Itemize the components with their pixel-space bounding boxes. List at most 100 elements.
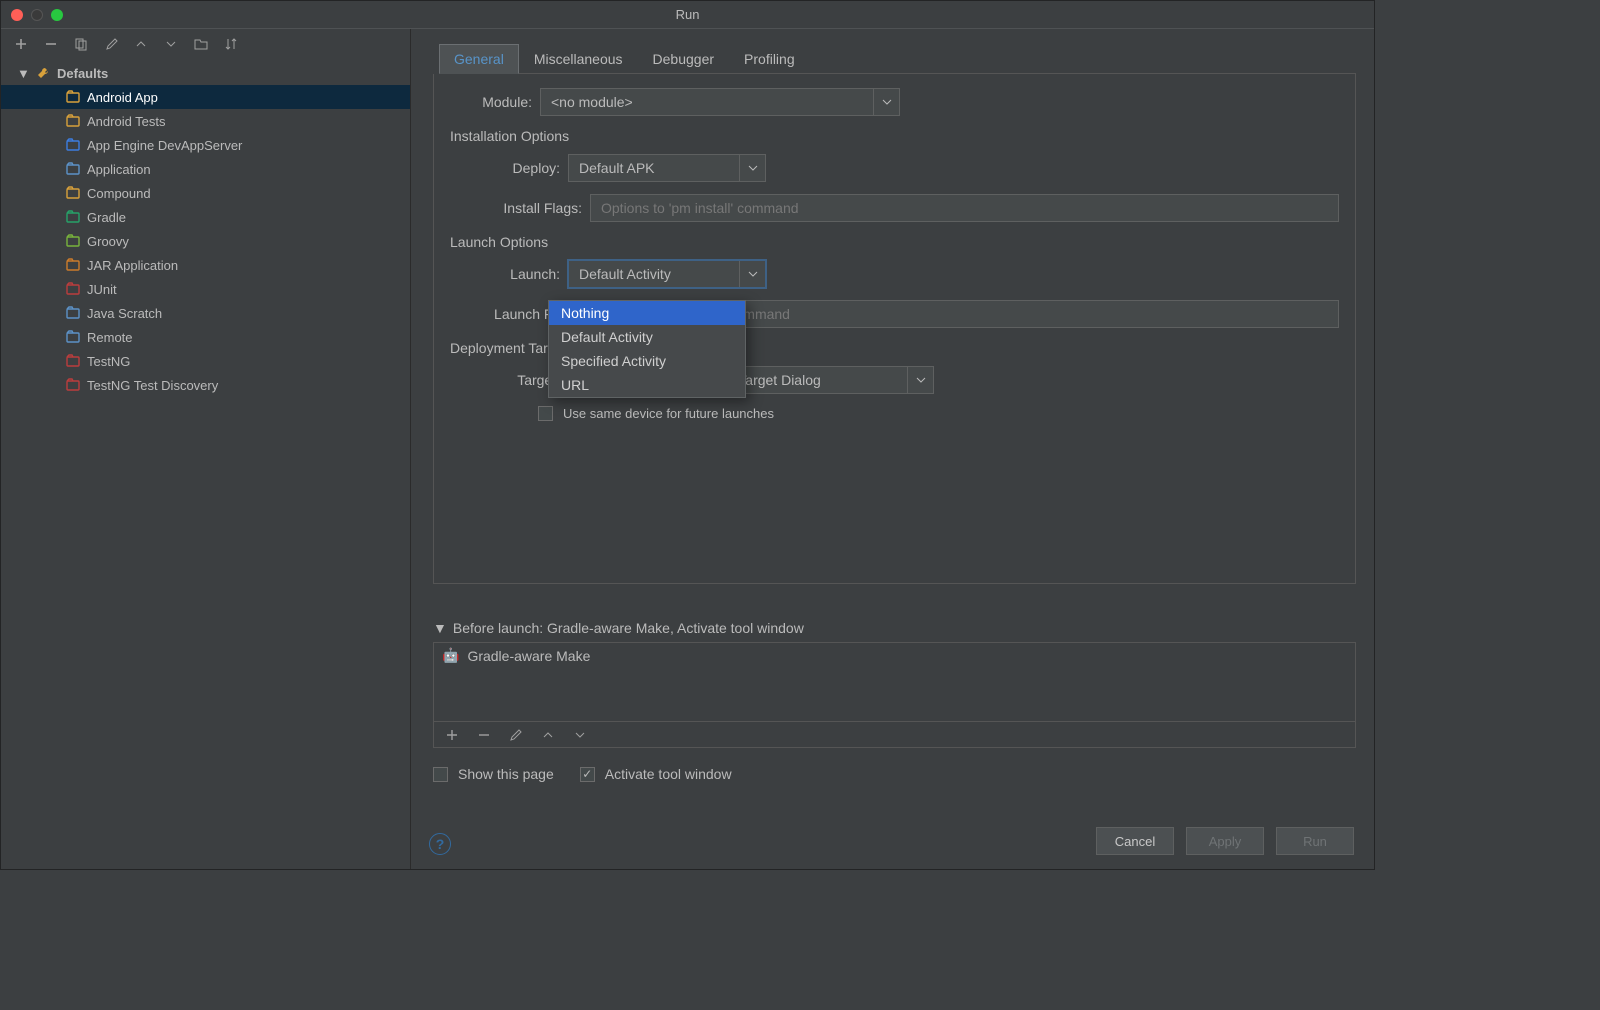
config-type-icon — [65, 113, 81, 129]
sidebar-item[interactable]: TestNG — [1, 349, 410, 373]
sidebar-item-label: Android Tests — [87, 114, 166, 129]
before-launch-section: ▼ Before launch: Gradle-aware Make, Acti… — [433, 620, 1356, 782]
copy-config-icon[interactable] — [73, 36, 89, 52]
sidebar-item-label: Groovy — [87, 234, 129, 249]
wrench-icon — [35, 65, 51, 81]
sidebar-item-label: App Engine DevAppServer — [87, 138, 242, 153]
dropdown-option[interactable]: URL — [549, 373, 745, 397]
config-type-icon — [65, 329, 81, 345]
launch-dropdown-list[interactable]: NothingDefault ActivitySpecified Activit… — [548, 300, 746, 398]
move-up-icon[interactable] — [540, 727, 556, 743]
sidebar-item[interactable]: JUnit — [1, 277, 410, 301]
tab-profiling[interactable]: Profiling — [729, 44, 810, 74]
sidebar-item[interactable]: TestNG Test Discovery — [1, 373, 410, 397]
use-same-device-label: Use same device for future launches — [563, 406, 774, 421]
sidebar: ▼ Defaults Android App Android Tests App E… — [1, 29, 411, 869]
sort-icon[interactable] — [223, 36, 239, 52]
chevron-down-icon — [873, 89, 899, 115]
remove-icon[interactable] — [476, 727, 492, 743]
minimize-window-button[interactable] — [31, 9, 43, 21]
tabs: GeneralMiscellaneousDebuggerProfiling — [439, 43, 1356, 74]
dropdown-option[interactable]: Nothing — [549, 301, 745, 325]
add-config-icon[interactable] — [13, 36, 29, 52]
general-panel: Module: <no module> Installation Options… — [433, 74, 1356, 584]
config-type-icon — [65, 257, 81, 273]
chevron-down-icon — [739, 261, 765, 287]
settings-icon[interactable] — [103, 36, 119, 52]
dropdown-option[interactable]: Specified Activity — [549, 349, 745, 373]
sidebar-item[interactable]: Compound — [1, 181, 410, 205]
sidebar-item[interactable]: App Engine DevAppServer — [1, 133, 410, 157]
apply-button[interactable]: Apply — [1186, 827, 1264, 855]
install-flags-label: Install Flags: — [478, 200, 590, 216]
sidebar-item-label: JAR Application — [87, 258, 178, 273]
install-flags-input[interactable] — [590, 194, 1339, 222]
chevron-down-icon: ▼ — [433, 620, 447, 636]
window-controls — [11, 9, 63, 21]
config-type-icon — [65, 161, 81, 177]
config-type-icon — [65, 209, 81, 225]
launch-value: Default Activity — [579, 266, 671, 282]
sidebar-item-label: Gradle — [87, 210, 126, 225]
launch-section-label: Launch Options — [450, 234, 1339, 250]
run-button[interactable]: Run — [1276, 827, 1354, 855]
sidebar-item-label: Compound — [87, 186, 151, 201]
tab-debugger[interactable]: Debugger — [638, 44, 730, 74]
tree-root-label: Defaults — [57, 66, 108, 81]
before-launch-toolbar — [433, 722, 1356, 748]
module-combo[interactable]: <no module> — [540, 88, 900, 116]
sidebar-item[interactable]: Android Tests — [1, 109, 410, 133]
sidebar-toolbar — [1, 29, 410, 59]
sidebar-item[interactable]: Java Scratch — [1, 301, 410, 325]
maximize-window-button[interactable] — [51, 9, 63, 21]
dropdown-option[interactable]: Default Activity — [549, 325, 745, 349]
tree-root-defaults[interactable]: ▼ Defaults — [1, 61, 410, 85]
chevron-down-icon — [907, 367, 933, 393]
sidebar-item[interactable]: Gradle — [1, 205, 410, 229]
add-icon[interactable] — [444, 727, 460, 743]
checkbox-icon — [538, 406, 553, 421]
list-item[interactable]: 🤖 Gradle-aware Make — [434, 643, 1355, 668]
launch-combo[interactable]: Default Activity — [568, 260, 766, 288]
footer-checkboxes: Show this page Activate tool window — [433, 762, 1356, 782]
config-type-icon — [65, 137, 81, 153]
sidebar-item[interactable]: Groovy — [1, 229, 410, 253]
deploy-combo[interactable]: Default APK — [568, 154, 766, 182]
move-down-icon[interactable] — [163, 36, 179, 52]
move-down-icon[interactable] — [572, 727, 588, 743]
config-type-icon — [65, 377, 81, 393]
module-label: Module: — [450, 94, 540, 110]
edit-icon[interactable] — [508, 727, 524, 743]
show-page-checkbox[interactable]: Show this page — [433, 766, 554, 782]
sidebar-item[interactable]: Remote — [1, 325, 410, 349]
cancel-button[interactable]: Cancel — [1096, 827, 1174, 855]
main-panel: GeneralMiscellaneousDebuggerProfiling Mo… — [411, 29, 1374, 869]
chevron-down-icon: ▼ — [17, 66, 29, 81]
activate-tool-checkbox[interactable]: Activate tool window — [580, 766, 732, 782]
before-launch-header[interactable]: ▼ Before launch: Gradle-aware Make, Acti… — [433, 620, 1356, 636]
tab-general[interactable]: General — [439, 44, 519, 74]
move-up-icon[interactable] — [133, 36, 149, 52]
tab-miscellaneous[interactable]: Miscellaneous — [519, 44, 638, 74]
content-area: ▼ Defaults Android App Android Tests App E… — [1, 29, 1374, 869]
sidebar-item[interactable]: JAR Application — [1, 253, 410, 277]
dialog-buttons: Cancel Apply Run — [1096, 827, 1354, 855]
folder-icon[interactable] — [193, 36, 209, 52]
remove-config-icon[interactable] — [43, 36, 59, 52]
module-value: <no module> — [551, 94, 633, 110]
sidebar-item-label: TestNG Test Discovery — [87, 378, 218, 393]
help-icon[interactable]: ? — [429, 833, 451, 855]
sidebar-item-label: Application — [87, 162, 151, 177]
use-same-device-checkbox[interactable]: Use same device for future launches — [538, 406, 1339, 421]
config-type-icon — [65, 353, 81, 369]
sidebar-item[interactable]: Application — [1, 157, 410, 181]
config-tree[interactable]: ▼ Defaults Android App Android Tests App E… — [1, 59, 410, 869]
before-launch-list[interactable]: 🤖 Gradle-aware Make — [433, 642, 1356, 722]
window-title: Run — [676, 7, 700, 22]
sidebar-item[interactable]: Android App — [1, 85, 410, 109]
sidebar-item-label: TestNG — [87, 354, 130, 369]
config-type-icon — [65, 281, 81, 297]
android-icon: 🤖 — [442, 647, 459, 664]
close-window-button[interactable] — [11, 9, 23, 21]
config-type-icon — [65, 233, 81, 249]
